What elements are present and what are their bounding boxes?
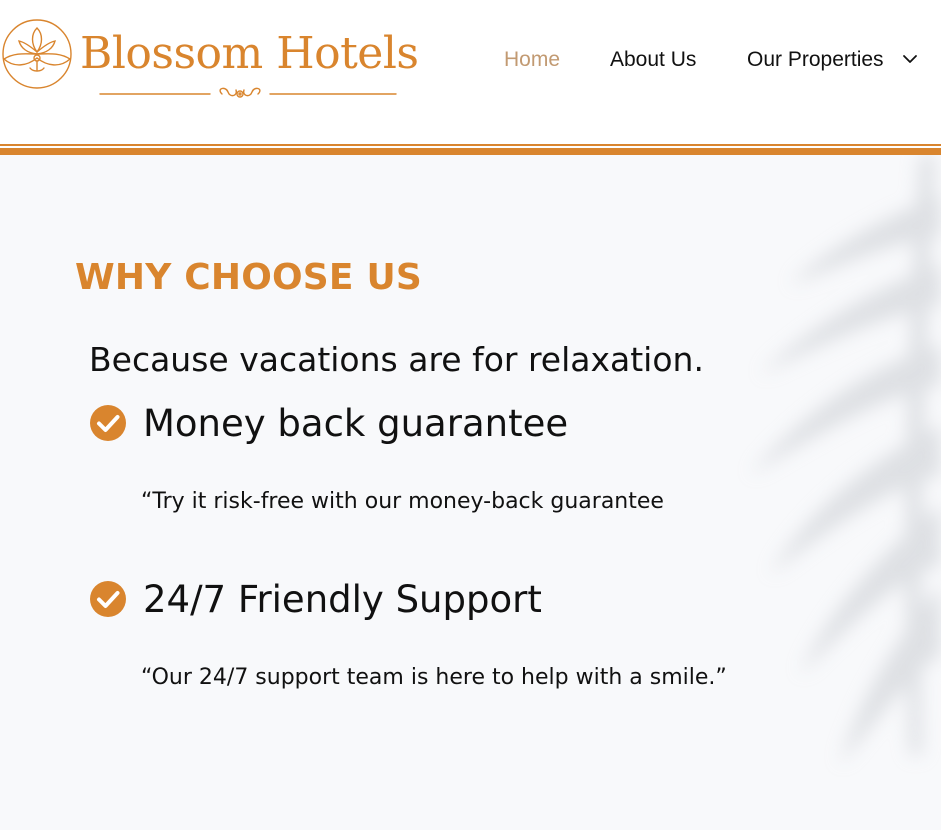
palm-leaf-shadow-decoration xyxy=(750,155,941,765)
feature-title-support: 24/7 Friendly Support xyxy=(143,578,542,621)
feature-description-money-back: “Try it risk-free with our money-back gu… xyxy=(141,489,664,514)
section-title: WHY CHOOSE US xyxy=(75,256,423,298)
feature-title-money-back: Money back guarantee xyxy=(143,402,569,445)
site-header: Blossom Hotels Home About Us Our Propert… xyxy=(0,0,941,128)
nav-about-us[interactable]: About Us xyxy=(610,46,696,74)
nav-home[interactable]: Home xyxy=(504,46,560,74)
brand-logo[interactable]: Blossom Hotels xyxy=(0,10,420,110)
header-divider-thin xyxy=(0,144,941,146)
brand-name: Blossom Hotels xyxy=(80,28,419,79)
nav-our-properties[interactable]: Our Properties xyxy=(747,46,884,74)
why-choose-us-section: WHY CHOOSE US Because vacations are for … xyxy=(0,155,941,830)
header-divider-thick xyxy=(0,148,941,155)
check-circle-icon xyxy=(90,581,126,617)
feature-description-support: “Our 24/7 support team is here to help w… xyxy=(141,665,727,690)
chevron-down-icon[interactable] xyxy=(901,50,919,68)
check-circle-icon xyxy=(90,405,126,441)
section-subtitle: Because vacations are for relaxation. xyxy=(89,340,704,379)
